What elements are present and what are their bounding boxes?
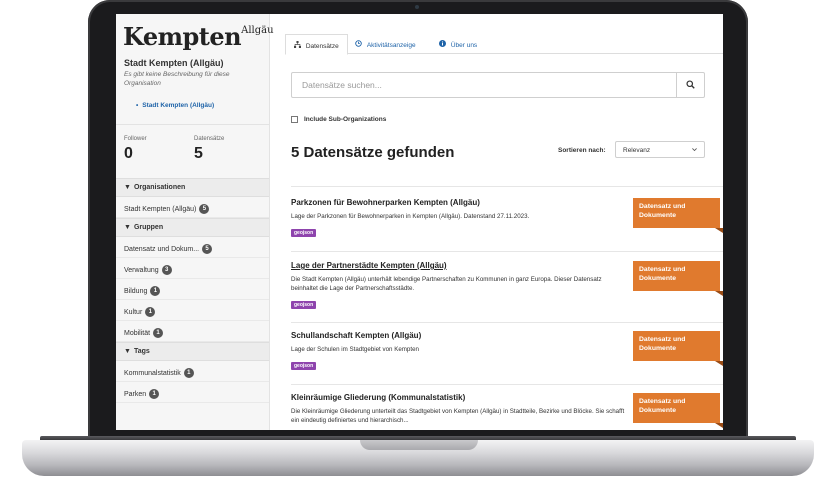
- filter-icon: ▼: [124, 184, 131, 191]
- organization-description: Es gibt keine Beschreibung für diese Org…: [124, 71, 230, 87]
- divider: [291, 186, 723, 187]
- filter-icon: ▼: [124, 348, 131, 355]
- tab-about[interactable]: Über uns: [431, 34, 485, 54]
- filter-icon: ▼: [124, 224, 131, 231]
- facet-item-group[interactable]: Kultur 1: [116, 300, 269, 321]
- organization-link[interactable]: Stadt Kempten (Allgäu): [116, 102, 269, 116]
- dataset-type-ribbon: Datensatz und Dokumente: [633, 393, 723, 428]
- main-content: Datensätze Aktivitätsanzeige Über uns Da…: [271, 14, 723, 430]
- brand-suffix: Allgäu: [241, 25, 274, 36]
- include-sub-organizations[interactable]: Include Sub-Organizations: [291, 116, 386, 123]
- count-badge: 1: [153, 328, 164, 338]
- divider: [291, 322, 723, 323]
- facet-item-tag[interactable]: Kommunalstatistik 1: [116, 361, 269, 382]
- facet-item-group[interactable]: Mobilität 1: [116, 321, 269, 342]
- webcam: [415, 5, 419, 9]
- divider: [291, 251, 723, 252]
- organization-name: Stadt Kempten (Allgäu): [124, 58, 224, 68]
- search-input[interactable]: [292, 73, 676, 97]
- dataset-type-ribbon: Datensatz und Dokumente: [633, 198, 723, 233]
- facet-item-group[interactable]: Datensatz und Dokum... 5: [116, 237, 269, 258]
- dataset-item: Parkzonen für Bewohnerparken Kempten (Al…: [291, 198, 723, 239]
- sidebar: KemptenAllgäu Stadt Kempten (Allgäu) Es …: [116, 14, 274, 430]
- tab-datasets[interactable]: Datensätze: [285, 34, 348, 55]
- followers-stat: Follower 0: [124, 136, 147, 163]
- facet-item-organisation[interactable]: Stadt Kempten (Allgäu) 5: [116, 197, 269, 218]
- format-badge[interactable]: geojson: [291, 301, 317, 309]
- brand-name: Kempten: [123, 22, 242, 51]
- dataset-description: Lage der Schulen im Stadtgebiet von Kemp…: [291, 346, 419, 353]
- screen: KemptenAllgäu Stadt Kempten (Allgäu) Es …: [116, 14, 723, 430]
- tab-bar: Datensätze Aktivitätsanzeige Über uns: [285, 34, 723, 55]
- search-box: [291, 72, 705, 98]
- clock-icon: [355, 40, 364, 49]
- results-count: 5 Datensätze gefunden: [291, 144, 455, 161]
- search-button[interactable]: [676, 73, 704, 97]
- dataset-description: Die Stadt Kempten (Allgäu) unterhält leb…: [291, 276, 602, 292]
- facet-tags-header: ▼ Tags: [116, 342, 269, 361]
- followers-count: 0: [124, 145, 133, 162]
- dataset-type-ribbon: Datensatz und Dokumente: [633, 261, 723, 296]
- sort-select[interactable]: Relevanz: [615, 141, 705, 158]
- sort-label: Sortieren nach:: [558, 147, 606, 154]
- tab-activity[interactable]: Aktivitätsanzeige: [347, 34, 424, 54]
- dataset-description: Die Kleinräumige Gliederung unterteilt d…: [291, 408, 625, 424]
- info-icon: [439, 40, 448, 49]
- dataset-type-ribbon: Datensatz und Dokumente: [633, 331, 723, 366]
- dataset-item: Lage der Partnerstädte Kempten (Allgäu) …: [291, 261, 723, 311]
- followers-label: Follower: [124, 136, 147, 142]
- datasets-label: Datensätze: [194, 136, 225, 142]
- dataset-description: Lage der Parkzonen für Bewohnerparken in…: [291, 213, 530, 220]
- count-badge: 1: [145, 307, 156, 317]
- datasets-stat: Datensätze 5: [194, 136, 224, 163]
- count-badge: 5: [199, 204, 210, 214]
- sort-value: Relevanz: [623, 147, 651, 154]
- count-badge: 1: [150, 286, 161, 296]
- search-icon: [686, 76, 695, 94]
- laptop-notch: [360, 440, 478, 450]
- sub-org-checkbox[interactable]: [291, 116, 298, 123]
- facet-organisations-header: ▼ Organisationen: [116, 178, 269, 197]
- divider: [291, 384, 723, 385]
- chevron-down-icon: [691, 146, 698, 155]
- brand-logo[interactable]: KemptenAllgäu: [116, 14, 274, 56]
- dataset-item: Schullandschaft Kempten (Allgäu) Lage de…: [291, 331, 723, 372]
- dataset-item: Kleinräumige Gliederung (Kommunalstatist…: [291, 393, 723, 428]
- sitemap-icon: [294, 41, 303, 50]
- count-badge: 1: [149, 389, 160, 399]
- laptop-mockup: KemptenAllgäu Stadt Kempten (Allgäu) Es …: [0, 0, 833, 490]
- datasets-count: 5: [194, 145, 203, 162]
- facet-groups-header: ▼ Gruppen: [116, 218, 269, 237]
- count-badge: 1: [183, 368, 194, 378]
- organization-stats: Follower 0 Datensätze 5: [116, 124, 269, 178]
- facet-item-group[interactable]: Verwaltung 3: [116, 258, 269, 279]
- count-badge: 5: [202, 244, 213, 254]
- format-badge[interactable]: geojson: [291, 362, 317, 370]
- facet-item-tag[interactable]: Parken 1: [116, 382, 269, 403]
- facet-item-group[interactable]: Bildung 1: [116, 279, 269, 300]
- count-badge: 3: [161, 265, 172, 275]
- format-badge[interactable]: geojson: [291, 229, 317, 237]
